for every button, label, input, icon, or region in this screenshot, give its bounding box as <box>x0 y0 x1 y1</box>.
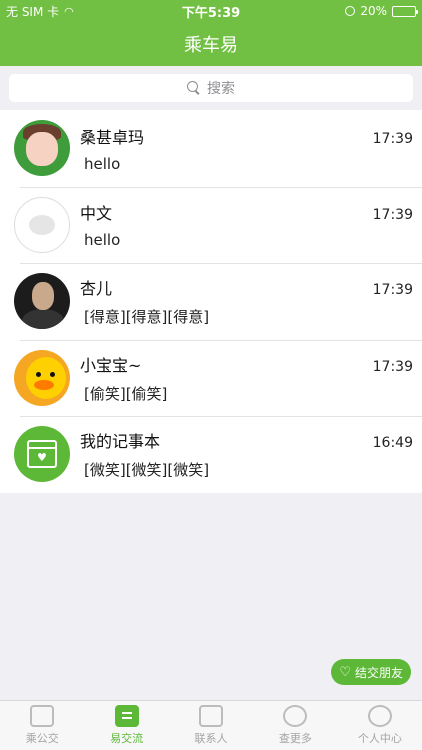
contacts-icon <box>199 705 224 727</box>
search-bar: 搜索 <box>0 66 422 110</box>
rotation-lock-icon <box>345 6 356 16</box>
conversation-header: 小宝宝~ 17:39 <box>80 352 413 376</box>
conversation-message: hello <box>84 231 121 250</box>
conversation-time: 16:49 <box>372 435 413 452</box>
chat-bubble-icon <box>29 214 55 235</box>
battery-percent: 20% <box>360 4 387 18</box>
conversation-time: 17:39 <box>372 282 413 299</box>
add-friend-button[interactable]: ♡ 结交朋友 <box>331 659 411 685</box>
heart-icon: ♥ <box>37 451 47 465</box>
status-bar: 无 SIM 卡 ◠ 下午5:39 20% <box>0 0 422 22</box>
conversation-time: 17:39 <box>372 207 413 224</box>
conversation-time: 17:39 <box>372 358 413 375</box>
conversation-item[interactable]: 中文 17:39 hello <box>0 186 422 264</box>
calendar-icon: ♥ <box>27 440 57 469</box>
duck-eye <box>36 371 41 377</box>
user-icon <box>367 705 392 727</box>
conversation-name: 中文 <box>80 204 113 224</box>
conversation-message: [微笑][微笑][微笑] <box>84 461 210 480</box>
girl-avatar-icon[interactable] <box>14 120 70 177</box>
bus-icon <box>30 705 55 727</box>
conversation-item[interactable]: ♥ 我的记事本 16:49 [微笑][微笑][微笑] <box>0 416 422 493</box>
duck-beak <box>34 379 54 390</box>
add-friend-label: 结交朋友 <box>354 665 403 680</box>
conversation-header: 桑甚卓玛 17:39 <box>80 124 413 148</box>
top-header: 无 SIM 卡 ◠ 下午5:39 20% 乘车易 <box>0 0 422 66</box>
heart-plus-icon: ♡ <box>339 664 351 680</box>
tab-bar: 乘公交 易交流 联系人 查更多 个人中心 <box>0 700 422 750</box>
avatar-body <box>22 309 64 330</box>
search-placeholder: 搜索 <box>207 81 235 97</box>
conversation-item[interactable]: 小宝宝~ 17:39 [偷笑][偷笑] <box>0 339 422 417</box>
conversation-text: 桑甚卓玛 17:39 hello <box>70 124 422 173</box>
conversation-message: [偷笑][偷笑] <box>84 384 168 403</box>
conversation-header: 中文 17:39 <box>80 200 413 224</box>
status-left: 无 SIM 卡 ◠ <box>6 3 74 20</box>
tab-bus[interactable]: 乘公交 <box>0 701 84 750</box>
conversation-name: 小宝宝~ <box>80 355 142 375</box>
tab-label: 个人中心 <box>357 732 402 745</box>
conversation-name: 桑甚卓玛 <box>80 127 145 147</box>
page-title: 乘车易 <box>184 35 238 56</box>
conversation-header: 杏儿 17:39 <box>80 275 413 299</box>
tab-profile[interactable]: 个人中心 <box>338 701 422 750</box>
tab-chat[interactable]: 易交流 <box>84 701 168 750</box>
tab-label: 查更多 <box>278 732 312 745</box>
chat-icon <box>114 705 139 727</box>
conversation-text: 小宝宝~ 17:39 [偷笑][偷笑] <box>70 352 422 404</box>
search-input[interactable]: 搜索 <box>9 74 413 102</box>
conversation-text: 中文 17:39 hello <box>70 200 422 249</box>
conversation-item[interactable]: 杏儿 17:39 [得意][得意][得意] <box>0 263 422 340</box>
avatar-face <box>26 132 58 167</box>
tab-contacts[interactable]: 联系人 <box>169 701 253 750</box>
conversation-name: 我的记事本 <box>80 432 161 452</box>
tab-label: 易交流 <box>110 732 144 745</box>
tab-label: 联系人 <box>194 732 228 745</box>
conversation-header: 我的记事本 16:49 <box>80 428 413 452</box>
man-avatar-icon[interactable] <box>14 273 70 330</box>
duck-avatar-icon[interactable] <box>14 349 70 406</box>
conversation-text: 杏儿 17:39 [得意][得意][得意] <box>70 275 422 327</box>
conversation-message: hello <box>84 154 121 173</box>
more-icon <box>283 705 308 727</box>
conversation-name: 杏儿 <box>80 279 113 299</box>
duck-head <box>26 356 66 399</box>
tab-more[interactable]: 查更多 <box>253 701 337 750</box>
carrier-label: 无 SIM 卡 <box>6 4 60 19</box>
calendar-heart-avatar-icon[interactable]: ♥ <box>14 426 70 483</box>
battery-icon <box>392 5 418 17</box>
search-icon <box>187 81 201 95</box>
tab-label: 乘公交 <box>25 732 59 745</box>
duck-eye <box>50 371 55 377</box>
conversation-message: [得意][得意][得意] <box>84 308 210 327</box>
avatar-head <box>32 282 54 311</box>
conversation-list: 桑甚卓玛 17:39 hello 中文 17:39 hello 杏儿 17:39 <box>0 110 422 493</box>
status-right: 20% <box>345 4 418 18</box>
conversation-text: 我的记事本 16:49 [微笑][微笑][微笑] <box>70 428 422 480</box>
conversation-time: 17:39 <box>372 130 413 147</box>
chat-bubble-avatar-icon[interactable] <box>14 196 70 253</box>
conversation-item[interactable]: 桑甚卓玛 17:39 hello <box>0 110 422 187</box>
wifi-icon: ◠ <box>64 4 74 18</box>
